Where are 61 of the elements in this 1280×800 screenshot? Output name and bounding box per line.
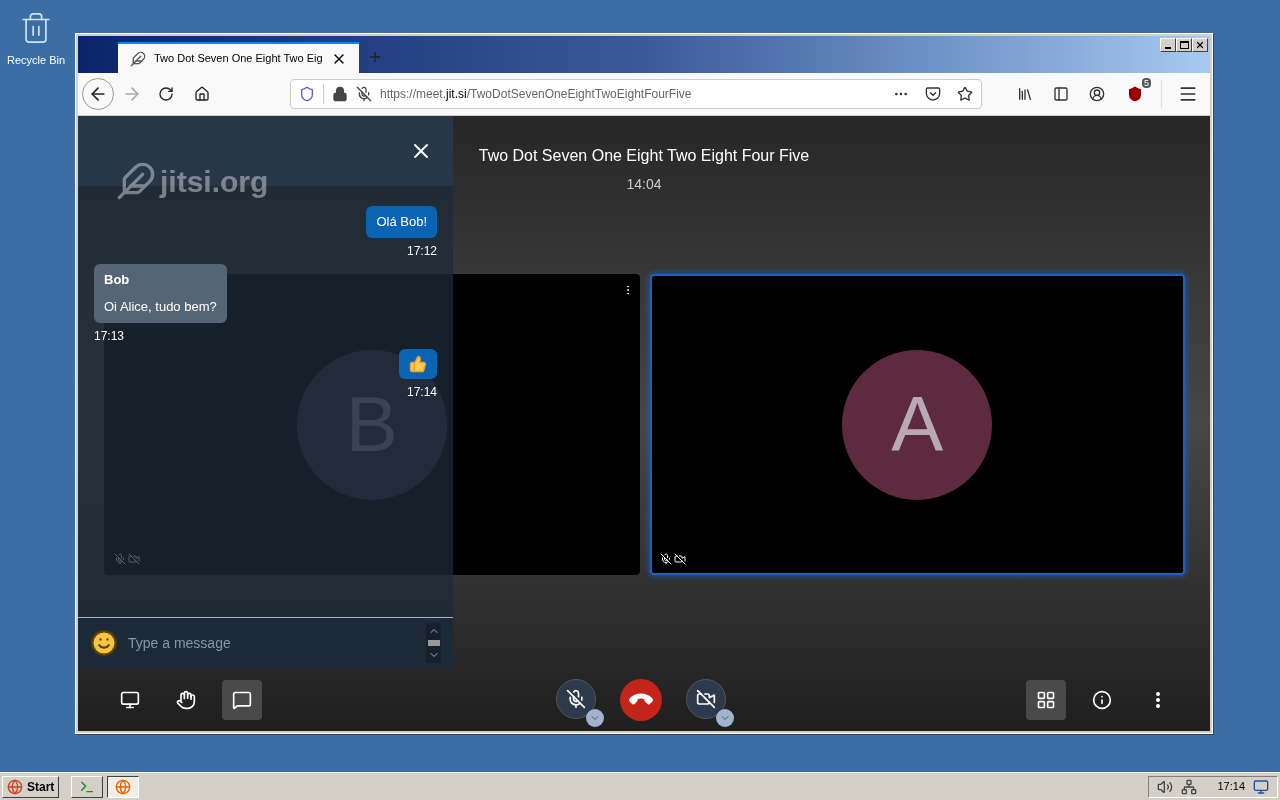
network-icon[interactable]	[1181, 778, 1198, 795]
more-icon	[1156, 691, 1160, 708]
mic-options-button[interactable]	[586, 708, 604, 727]
bookmark-star-icon[interactable]	[957, 86, 973, 102]
lock-icon[interactable]	[332, 86, 348, 102]
message-text: Oi Alice, tudo bem?	[104, 298, 217, 316]
screen-share-icon	[120, 689, 140, 710]
account-icon[interactable]	[1089, 86, 1105, 102]
library-icon[interactable]	[1017, 86, 1033, 102]
desktop-icon-label[interactable]: Recycle Bin	[6, 52, 66, 69]
browser-icon	[115, 778, 132, 795]
mic-off-icon[interactable]	[356, 86, 372, 102]
camera-options-button[interactable]	[716, 708, 734, 727]
minimize-button[interactable]	[1160, 38, 1176, 52]
clock: 17:14	[1217, 779, 1245, 795]
reload-icon[interactable]	[158, 86, 174, 102]
menu-icon[interactable]	[1178, 84, 1198, 104]
sent-message: Olá Bob!	[366, 206, 437, 238]
close-icon	[1195, 40, 1205, 50]
shield-icon[interactable]	[299, 86, 315, 102]
camera-off-icon	[696, 688, 716, 709]
message-input-field[interactable]: Type a message	[78, 617, 453, 668]
info-icon	[1092, 689, 1112, 710]
browser-tab[interactable]: Two Dot Seven One Eight Two Eig	[118, 42, 359, 73]
chat-toolbar-button[interactable]	[222, 679, 262, 720]
taskbar-button[interactable]	[107, 775, 140, 798]
thumbs-up-icon	[409, 354, 427, 373]
message-time: 17:14	[406, 383, 437, 401]
meeting-title: Two Dot Seven One Eight Two Eight Four Five	[478, 146, 810, 166]
message-time: 17:12	[406, 242, 437, 260]
url-field[interactable]: https://meet.jit.si/TwoDotSevenOneEightTwoEightFourFive	[290, 79, 982, 109]
desktop-icon[interactable]	[1253, 778, 1269, 795]
url-text: https://meet.jit.si/TwoDotSevenOneEightTwoEightFourFive	[380, 86, 693, 103]
site-icon	[130, 50, 146, 67]
meeting-duration: 14:04	[626, 175, 662, 194]
volume-icon[interactable]	[1157, 778, 1174, 795]
camera-button[interactable]	[686, 678, 726, 719]
microphone-button[interactable]	[556, 678, 596, 719]
scroll-thumb[interactable]	[427, 640, 440, 646]
tab-title: Two Dot Seven One Eight Two Eig	[154, 51, 323, 67]
start-button[interactable]: Start	[2, 775, 60, 798]
blocked-count-badge: 5	[1142, 78, 1151, 88]
tiles-toolbar-button[interactable]	[1026, 679, 1066, 720]
mic-off-icon	[566, 688, 586, 709]
avatar: A	[842, 349, 993, 500]
sidebar-icon[interactable]	[1053, 86, 1069, 102]
pocket-icon[interactable]	[925, 86, 941, 102]
message-time: 17:13	[94, 327, 125, 345]
hang-up-button[interactable]	[620, 678, 662, 721]
chat-icon	[232, 689, 252, 710]
home-icon[interactable]	[194, 86, 210, 102]
jitsi-watermark: jitsi.org	[160, 163, 269, 200]
video-tile[interactable]: A	[649, 274, 1185, 575]
maximize-button[interactable]	[1176, 38, 1192, 52]
emoji-picker-icon[interactable]	[90, 629, 118, 657]
tile-view-icon	[1036, 689, 1056, 710]
message-input[interactable]: Type a message	[128, 632, 416, 654]
close-button[interactable]	[1192, 38, 1208, 52]
ublock-shield-icon[interactable]	[1127, 86, 1143, 102]
raise-hand-icon	[176, 689, 196, 710]
sender-name: Bob	[104, 270, 131, 289]
